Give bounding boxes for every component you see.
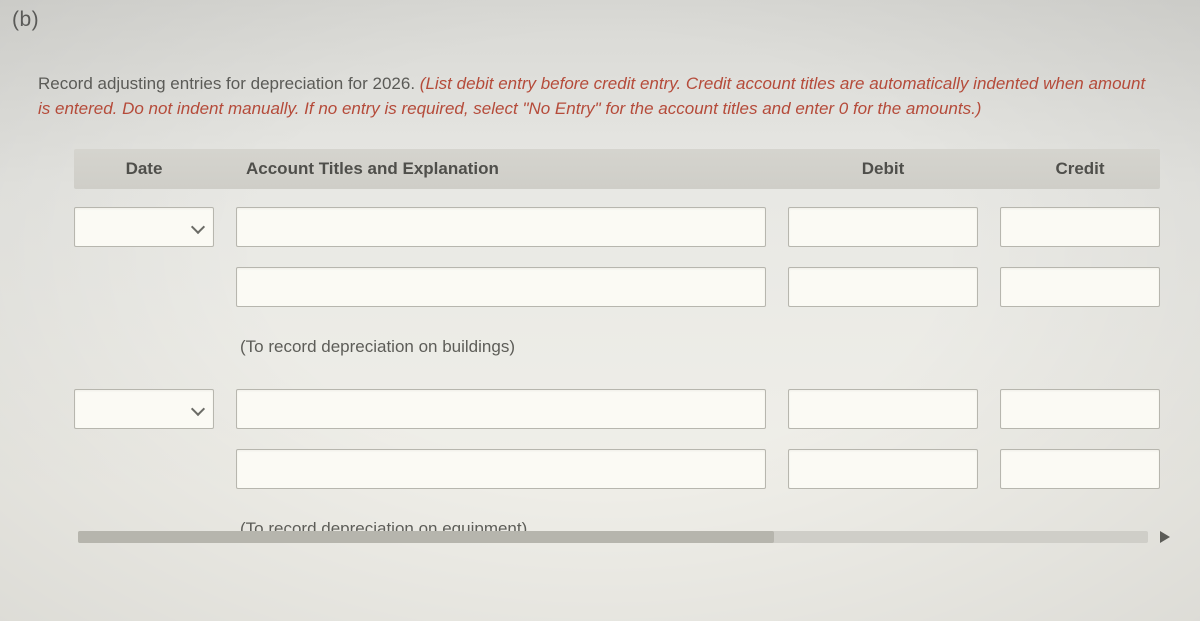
account-input[interactable] <box>236 207 766 247</box>
table-header-row: Date Account Titles and Explanation Debi… <box>74 149 1160 189</box>
instructions: Record adjusting entries for depreciatio… <box>38 72 1156 121</box>
credit-input[interactable] <box>1000 389 1160 429</box>
instructions-lead: Record adjusting entries for depreciatio… <box>38 74 420 93</box>
part-label: (b) <box>12 8 1182 32</box>
journal-table: Date Account Titles and Explanation Debi… <box>74 149 1160 549</box>
scrollbar-track[interactable] <box>78 531 1148 543</box>
debit-input[interactable] <box>788 389 978 429</box>
header-account: Account Titles and Explanation <box>236 159 766 179</box>
header-debit: Debit <box>788 159 978 179</box>
chevron-down-icon <box>191 220 205 234</box>
date-select[interactable] <box>74 389 214 429</box>
horizontal-scrollbar[interactable] <box>78 529 1172 545</box>
scrollbar-thumb[interactable] <box>78 531 774 543</box>
scroll-right-icon[interactable] <box>1160 531 1172 543</box>
header-date: Date <box>74 159 214 179</box>
credit-input[interactable] <box>1000 207 1160 247</box>
account-input[interactable] <box>236 267 766 307</box>
date-placeholder <box>74 449 214 489</box>
question-panel: (b) Record adjusting entries for depreci… <box>0 0 1200 549</box>
credit-input[interactable] <box>1000 449 1160 489</box>
date-placeholder <box>74 327 214 367</box>
date-placeholder <box>74 267 214 307</box>
account-input[interactable] <box>236 389 766 429</box>
table-row: (To record depreciation on buildings) <box>74 327 1160 367</box>
table-row <box>74 207 1160 247</box>
debit-input[interactable] <box>788 207 978 247</box>
debit-input[interactable] <box>788 449 978 489</box>
entry-caption: (To record depreciation on buildings) <box>236 337 766 357</box>
header-credit: Credit <box>1000 159 1160 179</box>
account-input[interactable] <box>236 449 766 489</box>
credit-input[interactable] <box>1000 267 1160 307</box>
debit-input[interactable] <box>788 267 978 307</box>
table-row <box>74 449 1160 489</box>
date-select[interactable] <box>74 207 214 247</box>
table-row <box>74 389 1160 429</box>
chevron-down-icon <box>191 402 205 416</box>
table-row <box>74 267 1160 307</box>
